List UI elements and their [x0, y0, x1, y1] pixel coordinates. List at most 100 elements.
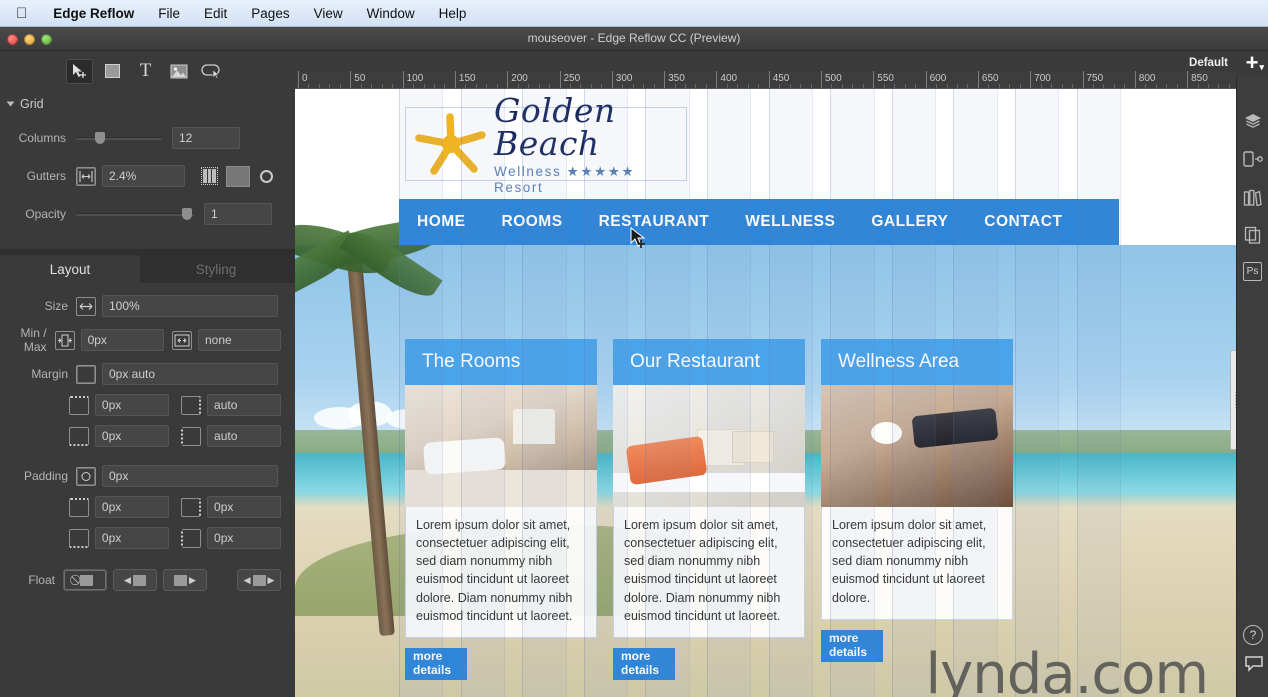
opacity-slider[interactable]	[76, 206, 194, 222]
float-both-right-icon: ▶	[267, 574, 275, 585]
nav-item-wellness[interactable]: WELLNESS	[727, 213, 853, 231]
help-icon[interactable]: ?	[1243, 625, 1263, 645]
macos-menubar:  Edge Reflow File Edit Pages View Windo…	[0, 0, 1268, 27]
max-input[interactable]: none	[198, 329, 281, 351]
photoshop-icon[interactable]: Ps	[1243, 262, 1262, 281]
grid-section-header[interactable]: Grid	[0, 91, 295, 117]
card-title: Our Restaurant	[613, 339, 805, 385]
minmax-row: Min / Max 0px none	[14, 326, 281, 354]
columns-slider-knob[interactable]	[94, 132, 105, 144]
columns-label: Columns	[18, 131, 66, 145]
margin-right-input[interactable]: auto	[207, 394, 281, 416]
add-breakpoint-icon: +	[1245, 50, 1259, 75]
ruler-tick: 850	[1187, 71, 1208, 88]
ruler-minor-tick	[998, 84, 1000, 88]
min-input[interactable]: 0px	[80, 329, 164, 351]
ruler-minor-tick	[737, 84, 739, 88]
card-our-restaurant[interactable]: Our Restaurant Lorem ipsum dolor sit ame…	[613, 339, 805, 680]
card-the-rooms[interactable]: The Rooms Lorem ipsum dolor sit amet, co…	[405, 339, 597, 680]
text-tool[interactable]: T	[132, 59, 159, 84]
grid-shape-icon[interactable]	[260, 169, 273, 183]
card-title: The Rooms	[405, 339, 597, 385]
box-tool[interactable]	[99, 59, 126, 84]
float-none-button[interactable]: ⃠	[63, 569, 107, 591]
button-tool[interactable]	[198, 59, 225, 84]
size-input[interactable]: 100%	[102, 295, 278, 317]
margin-top-input[interactable]: 0px	[94, 394, 169, 416]
nav-item-home[interactable]: HOME	[399, 213, 484, 231]
horizontal-ruler[interactable]: 0 50 100 150 200 250 300 350 400 450 500 550 600 650 7…	[295, 71, 1236, 89]
margin-all-input[interactable]: 0px auto	[102, 363, 278, 385]
margin-left-input[interactable]: auto	[207, 425, 281, 447]
ruler-minor-tick	[1176, 84, 1178, 88]
menu-item-edit[interactable]: Edit	[192, 6, 239, 21]
device-preview-icon[interactable]	[1242, 148, 1264, 170]
menu-item-help[interactable]: Help	[427, 6, 479, 21]
menu-item-file[interactable]: File	[146, 6, 192, 21]
menu-item-view[interactable]: View	[302, 6, 355, 21]
image-tool[interactable]	[165, 59, 192, 84]
ruler-minor-tick	[538, 84, 540, 88]
float-button-group: ⃠ ◀ ▶ ◀▶	[63, 569, 281, 591]
padding-right-input[interactable]: 0px	[207, 496, 281, 518]
opacity-input[interactable]: 1	[204, 203, 272, 225]
library-icon[interactable]	[1242, 186, 1264, 208]
menu-item-edge-reflow[interactable]: Edge Reflow	[41, 6, 146, 21]
apple-menu-icon[interactable]: 	[0, 6, 41, 21]
ruler-tick: 600	[925, 71, 946, 88]
margin-left-icon	[181, 426, 202, 446]
more-details-button[interactable]: more details	[613, 647, 675, 680]
nav-item-rooms[interactable]: ROOMS	[484, 213, 581, 231]
breakpoint-default-label[interactable]: Default	[1189, 57, 1228, 69]
ruler-minor-tick	[883, 84, 885, 88]
padding-left-input[interactable]: 0px	[207, 527, 281, 549]
chevron-down-icon	[6, 101, 15, 107]
tab-styling[interactable]: Styling	[146, 255, 286, 283]
columns-slider[interactable]	[76, 130, 162, 146]
selection-tool[interactable]	[66, 58, 93, 84]
nav-item-gallery[interactable]: GALLERY	[853, 213, 966, 231]
grid-color-swatch[interactable]	[226, 165, 250, 187]
float-right-button[interactable]: ▶	[163, 569, 207, 591]
site-logo[interactable]: Golden Beach Wellness ★★★★★ Resort	[405, 94, 687, 195]
ruler-minor-tick	[1155, 84, 1157, 88]
opacity-slider-knob[interactable]	[182, 208, 193, 220]
more-details-button[interactable]: more details	[821, 629, 883, 662]
float-both-button[interactable]: ◀ ▶	[237, 569, 281, 591]
ruler-tick: 800	[1134, 71, 1155, 88]
app-window:  Edge Reflow File Edit Pages View Windo…	[0, 0, 1268, 697]
max-width-icon	[172, 330, 192, 350]
minmax-label: Min / Max	[20, 326, 47, 354]
ruler-tick: 350	[664, 71, 685, 88]
tab-layout[interactable]: Layout	[0, 255, 140, 283]
layers-icon[interactable]	[1242, 110, 1264, 132]
menu-item-window[interactable]: Window	[355, 6, 427, 21]
add-breakpoint-button[interactable]: +▾	[1246, 52, 1264, 74]
float-right-icon: ▶	[189, 574, 196, 585]
ruler-tick: 300	[611, 71, 632, 88]
feedback-chat-icon[interactable]	[1244, 655, 1264, 677]
float-left-button[interactable]: ◀	[113, 569, 157, 591]
margin-bottom-input[interactable]: 0px	[94, 425, 169, 447]
card-wellness-area[interactable]: Wellness Area Lorem ipsum dolor sit amet…	[821, 339, 1013, 680]
ruler-tick-label: 400	[720, 73, 738, 84]
ruler-minor-tick	[789, 84, 791, 88]
columns-input[interactable]: 12	[172, 127, 240, 149]
design-canvas[interactable]: Golden Beach Wellness ★★★★★ Resort HOME …	[295, 89, 1236, 697]
ruler-minor-tick	[601, 84, 603, 88]
ruler-minor-tick	[1019, 84, 1021, 88]
ruler-tick: 650	[977, 71, 999, 88]
gutter-columns-icon[interactable]	[201, 167, 218, 185]
nav-item-contact[interactable]: CONTACT	[966, 213, 1080, 231]
pages-icon[interactable]	[1242, 224, 1264, 246]
menu-item-pages[interactable]: Pages	[239, 6, 301, 21]
padding-top-input[interactable]: 0px	[94, 496, 169, 518]
padding-all-input[interactable]: 0px	[102, 465, 278, 487]
more-details-button[interactable]: more details	[405, 647, 467, 680]
nav-item-restaurant[interactable]: RESTAURANT	[581, 213, 728, 231]
ruler-minor-tick	[308, 84, 310, 88]
min-width-icon	[54, 330, 75, 350]
gutters-input[interactable]: 2.4%	[102, 165, 185, 187]
padding-bottom-input[interactable]: 0px	[94, 527, 169, 549]
mouse-cursor	[630, 227, 646, 248]
